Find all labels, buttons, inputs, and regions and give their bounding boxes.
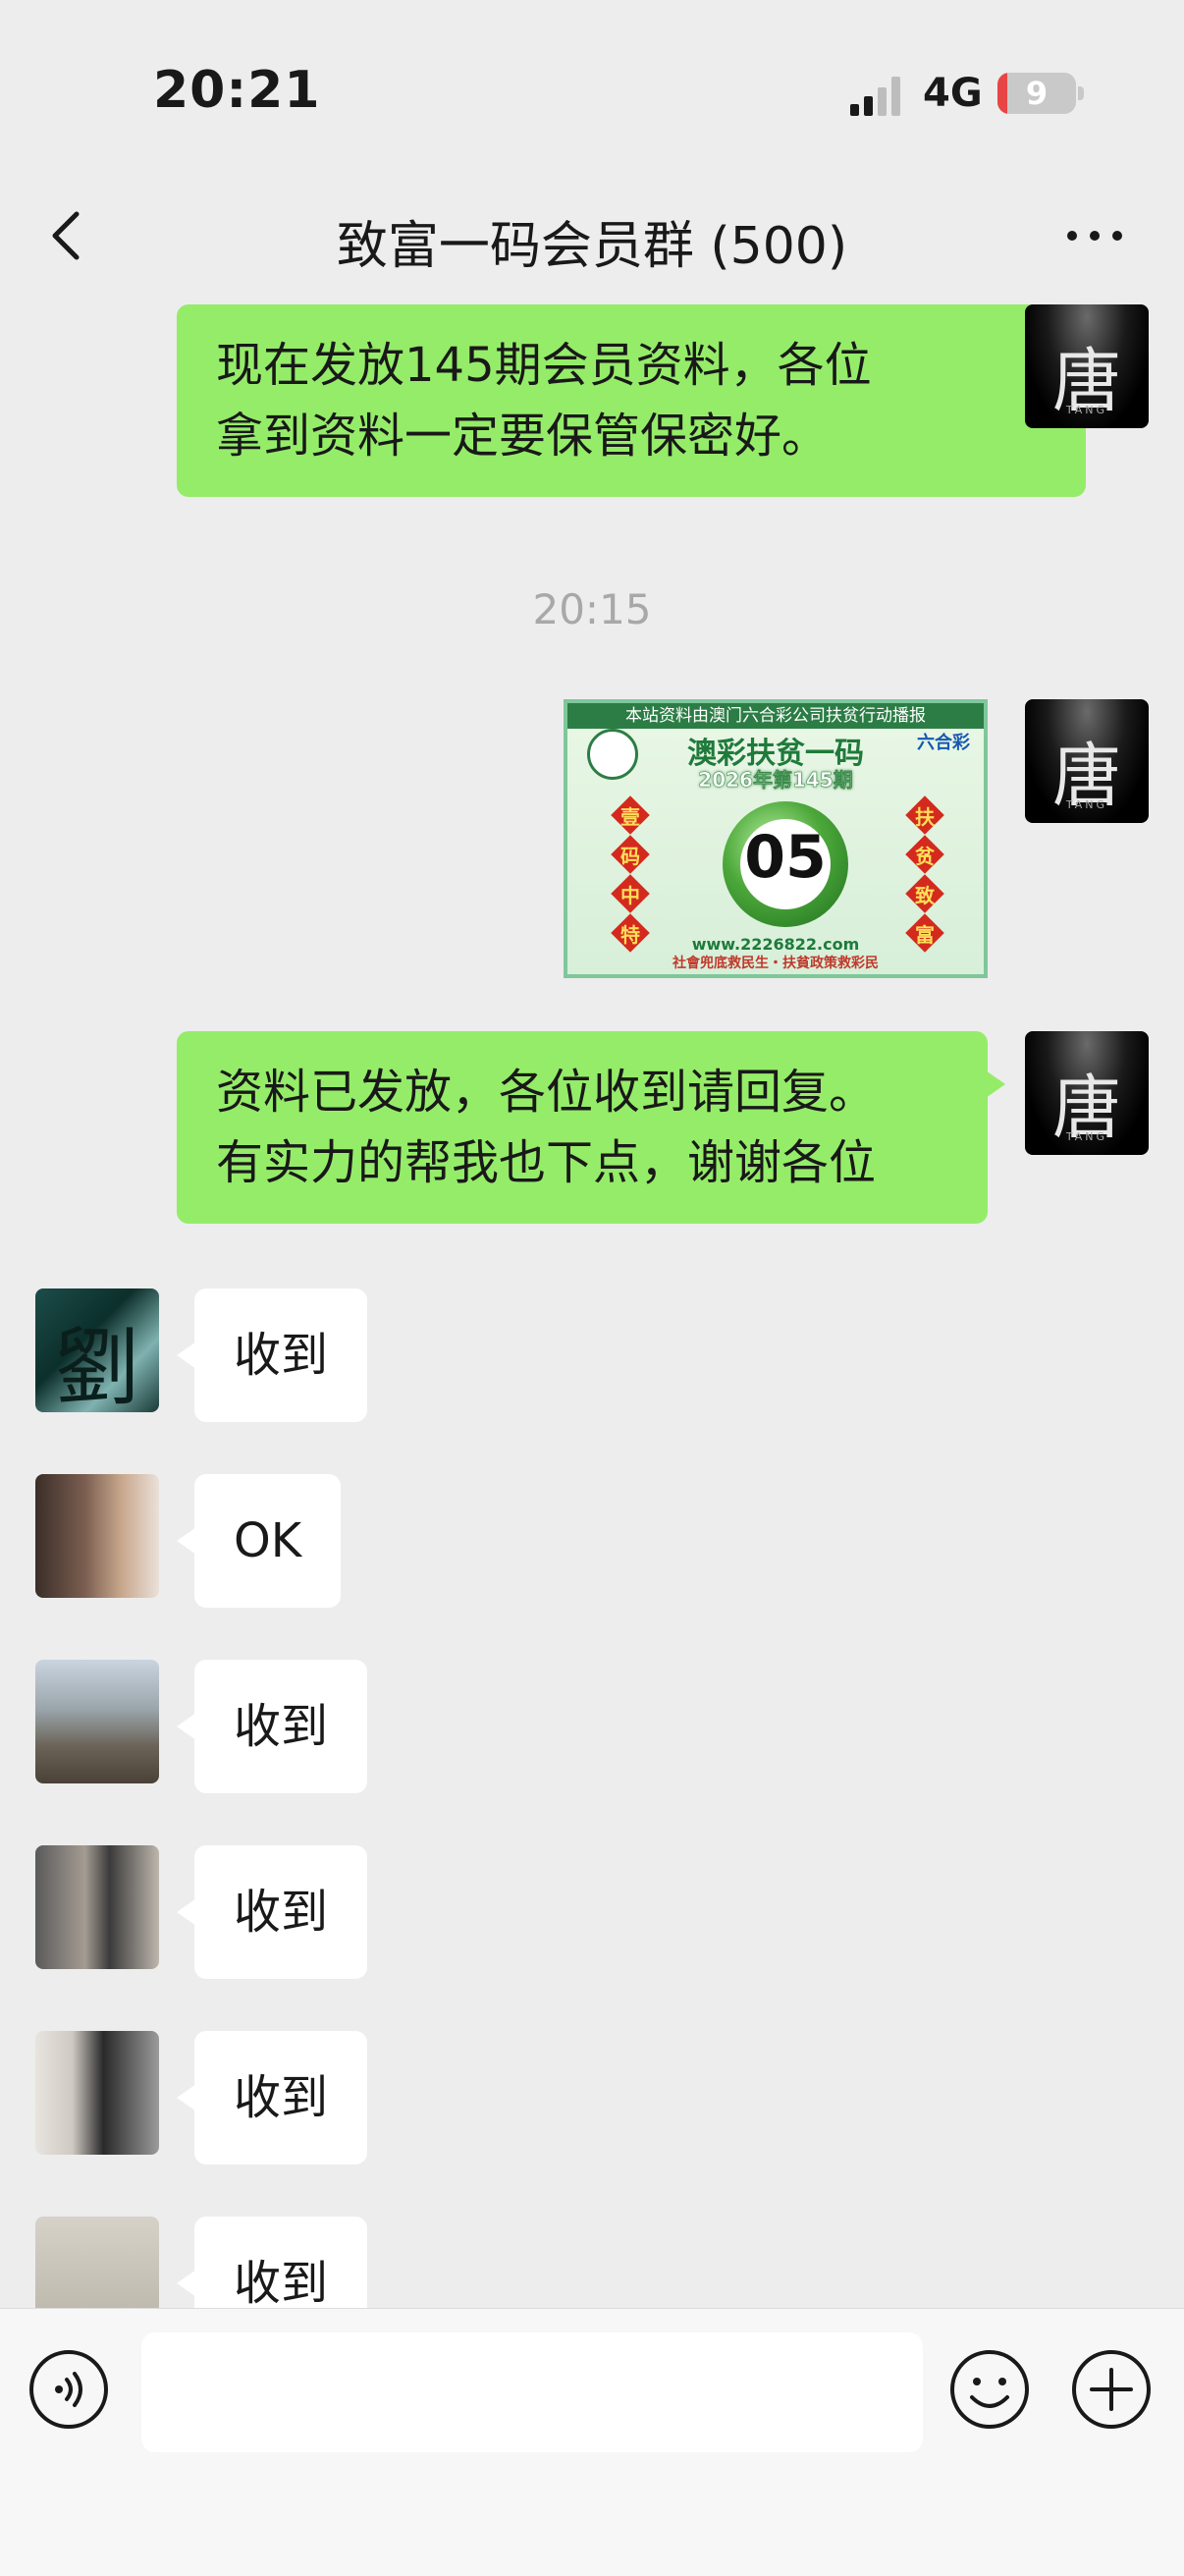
- emoji-icon[interactable]: [946, 2346, 1033, 2433]
- status-time: 20:21: [153, 61, 321, 120]
- message-line: 现在发放145期会员资料，各位: [216, 338, 872, 393]
- avatar-self[interactable]: 唐 TANG: [1025, 304, 1149, 428]
- more-functions-plus-icon[interactable]: [1068, 2346, 1155, 2433]
- message-bubble-other[interactable]: OK: [176, 1474, 342, 1608]
- message-line: 拿到资料一定要保管保密好。: [216, 409, 830, 464]
- message-bubble-other[interactable]: 收到: [176, 2031, 368, 2165]
- chat-title: 致富一码会员群 (500): [336, 217, 848, 276]
- network-label: 4G: [923, 71, 983, 116]
- card-slogan: 社會兜底救民生・扶貧政策救彩民: [673, 956, 879, 971]
- left-diamonds: 壹 码 中 特: [611, 795, 652, 955]
- right-diamonds: 扶 贫 致 富: [905, 795, 946, 955]
- card-banner: 本站资料由澳门六合彩公司扶贫行动播报: [567, 703, 984, 729]
- image-message[interactable]: 本站资料由澳门六合彩公司扶贫行动播报 六合彩 澳彩扶贫一码 2026年第145期…: [564, 699, 988, 978]
- message-bubble-other[interactable]: 收到: [176, 1845, 368, 1979]
- avatar-member[interactable]: [35, 1474, 159, 1598]
- input-bar: [0, 2308, 1184, 2576]
- avatar-member[interactable]: [35, 1845, 159, 1969]
- voice-input-icon[interactable]: [26, 2346, 112, 2433]
- status-bar: 20:21 4G 9: [0, 0, 1184, 187]
- time-separator: 20:15: [532, 585, 652, 633]
- nav-bar: 致富一码会员群 (500): [0, 187, 1184, 285]
- chat-area[interactable]: 现在发放145期会员资料，各位 拿到资料一定要保管保密好。 唐 TANG 20:…: [0, 285, 1184, 2308]
- message-bubble-other[interactable]: 收到: [176, 2217, 368, 2308]
- avatar-member[interactable]: 劉: [35, 1288, 159, 1412]
- message-input[interactable]: [141, 2332, 923, 2452]
- number-ball: 05: [723, 801, 848, 927]
- avatar-member[interactable]: [35, 1660, 159, 1783]
- more-options-icon[interactable]: [1060, 206, 1129, 265]
- signal-icon: [850, 77, 900, 116]
- battery-icon: 9: [997, 73, 1076, 114]
- avatar-self[interactable]: 唐 TANG: [1025, 699, 1149, 823]
- avatar-self[interactable]: 唐 TANG: [1025, 1031, 1149, 1155]
- message-line: 资料已发放，各位收到请回复。: [216, 1065, 877, 1120]
- message-line: 有实力的帮我也下点，谢谢各位: [216, 1135, 877, 1190]
- ball-number: 05: [744, 823, 827, 892]
- battery-level: 9: [1025, 75, 1049, 112]
- message-bubble-other[interactable]: 收到: [176, 1288, 368, 1422]
- card-url: www.2226822.com: [691, 935, 860, 954]
- message-bubble-me[interactable]: 现在发放145期会员资料，各位 拿到资料一定要保管保密好。: [177, 304, 1103, 497]
- battery-tip: [1078, 86, 1084, 100]
- message-bubble-other[interactable]: 收到: [176, 1660, 368, 1793]
- card-issue: 2026年第145期: [698, 768, 853, 793]
- avatar-member[interactable]: [35, 2217, 159, 2308]
- message-bubble-me[interactable]: 资料已发放，各位收到请回复。 有实力的帮我也下点，谢谢各位: [177, 1031, 1005, 1224]
- avatar-member[interactable]: [35, 2031, 159, 2155]
